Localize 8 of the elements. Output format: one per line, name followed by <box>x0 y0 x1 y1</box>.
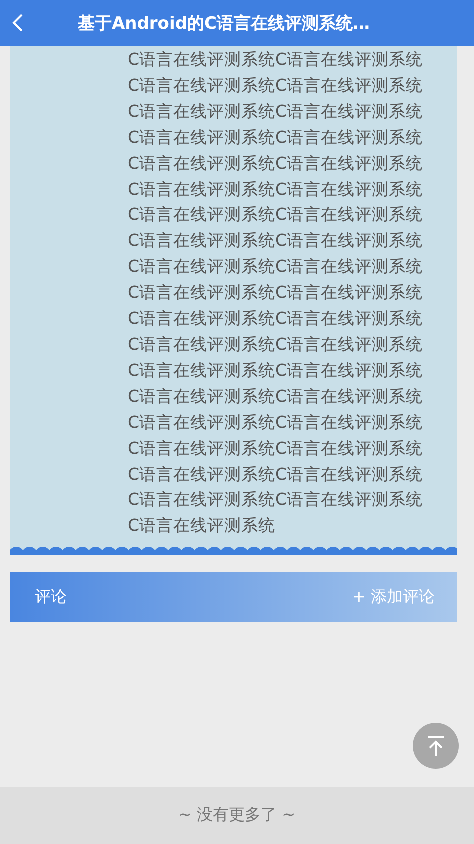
page-title: 基于Android的C语言在线评测系统… <box>78 12 370 34</box>
add-comment-button[interactable]: + 添加评论 <box>350 584 437 610</box>
arrow-up-icon <box>426 735 446 757</box>
end-of-list-text: ~ 没有更多了 ~ <box>178 805 296 826</box>
comment-heading: 评论 <box>35 586 67 608</box>
back-to-top-button[interactable] <box>413 723 459 769</box>
article-text: C语言在线评测系统C语言在线评测系统C语言在线评测系统C语言在线评测系统C语言在线评测系统C语言在线评测系统C语言在线评测系统C语言在线评测系统C语言在线评测系统C语言在线评测系统C语言在线评测系统C语言在线评测系统C语言在线评测系统C语言在线评测系统C语言在线评测系统C语言在线评测系统C语言在线评测系统C语言在线评测系统C语言在线评测系统C语言在线评测系统C语言在线评测系统C语言在线评测系统C语言在线评测系统C语言在线评测系统C语言在线评测系统C语言在线评测系统C语言在线评测系统C语言在线评测系统C语言在线评测系统C语言在线评测系统C语言在线评测系统C语言在线评测系统C语言在线评测系统C语言在线评测系统C语言在线评测系统C语言在线评测系统C语言在线评测系统 <box>127 49 424 538</box>
back-icon <box>12 13 24 33</box>
